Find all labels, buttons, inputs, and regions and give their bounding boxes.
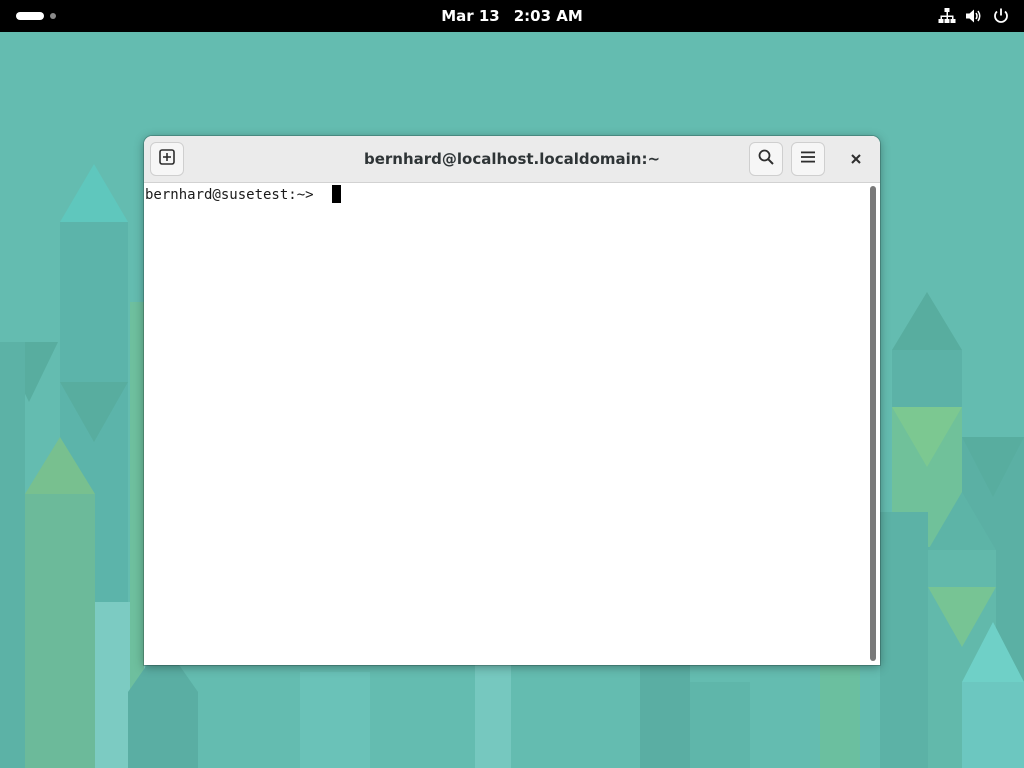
terminal-content[interactable]: bernhard@susetest:~>	[144, 183, 880, 665]
clock[interactable]: Mar 13 2:03 AM	[0, 0, 1024, 32]
clock-date: Mar 13	[441, 7, 500, 25]
top-bar: Mar 13 2:03 AM	[0, 0, 1024, 32]
hamburger-menu-icon	[800, 149, 816, 169]
scrollbar-thumb[interactable]	[870, 186, 876, 661]
power-icon[interactable]	[992, 7, 1010, 25]
system-tray[interactable]	[938, 7, 1010, 25]
header-bar[interactable]: bernhard@localhost.localdomain:~	[144, 136, 880, 183]
search-icon	[758, 149, 774, 169]
clock-time: 2:03 AM	[513, 7, 583, 25]
scrollbar[interactable]	[866, 183, 880, 665]
terminal-window[interactable]: bernhard@localhost.localdomain:~ bernhar…	[144, 136, 880, 665]
new-tab-button[interactable]	[150, 142, 184, 176]
prompt-line: bernhard@susetest:~>	[145, 185, 342, 205]
volume-icon[interactable]	[965, 7, 983, 25]
text-cursor	[332, 185, 342, 203]
close-button[interactable]	[844, 147, 868, 171]
new-tab-icon	[159, 149, 175, 169]
network-icon[interactable]	[938, 7, 956, 25]
main-menu-button[interactable]	[791, 142, 825, 176]
shell-prompt: bernhard@susetest:~>	[145, 187, 323, 203]
close-icon	[850, 150, 862, 169]
search-button[interactable]	[749, 142, 783, 176]
